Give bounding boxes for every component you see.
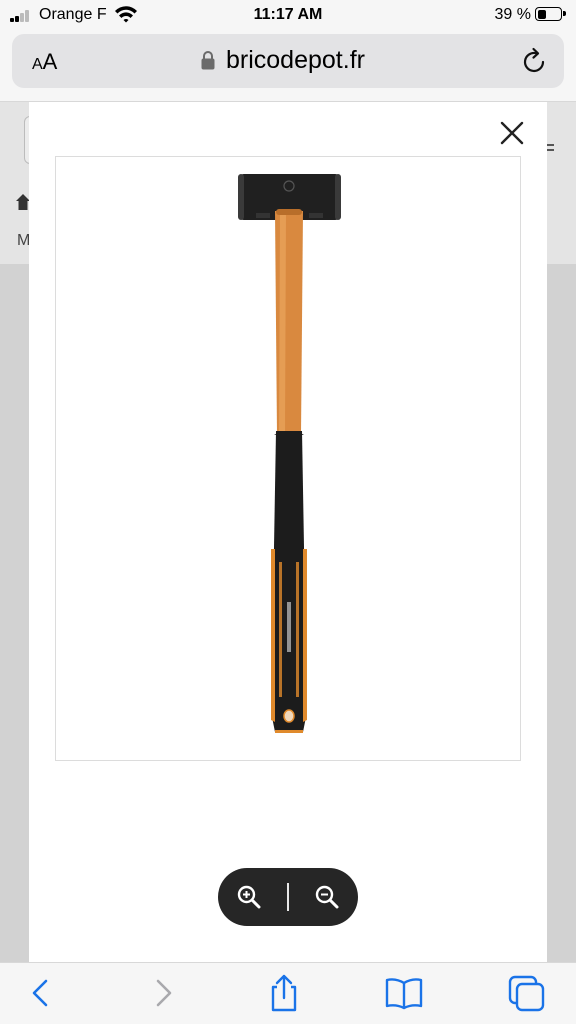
- battery-fill: [537, 9, 546, 19]
- product-image[interactable]: [56, 157, 520, 760]
- hammer-handle: [275, 209, 303, 435]
- status-bar: Orange F 11:17 AM 39 %: [0, 0, 576, 30]
- image-zoom-modal: [29, 102, 547, 962]
- zoom-divider: [287, 883, 289, 911]
- hammer-grip: [271, 431, 307, 733]
- clock: 11:17 AM: [253, 6, 323, 23]
- text-size-button[interactable]: AA: [32, 49, 57, 75]
- browser-address-area: AA bricodepot.fr: [0, 30, 576, 102]
- back-icon[interactable]: [20, 973, 60, 1013]
- forward-icon[interactable]: [144, 973, 184, 1013]
- battery-percent: 39 %: [494, 6, 531, 23]
- url-bar[interactable]: AA bricodepot.fr: [12, 34, 564, 88]
- browser-toolbar: [0, 962, 576, 1024]
- battery-icon: [535, 7, 566, 21]
- share-icon[interactable]: [264, 973, 304, 1013]
- product-image-frame: [55, 156, 521, 761]
- url-text[interactable]: bricodepot.fr: [226, 46, 365, 75]
- lock-icon: [201, 51, 215, 70]
- reload-icon[interactable]: [522, 47, 548, 75]
- tabs-icon[interactable]: [506, 973, 546, 1013]
- zoom-controls: [218, 868, 358, 926]
- zoom-out-icon[interactable]: [314, 884, 340, 910]
- text-size-large-a: A: [42, 49, 58, 74]
- bookmarks-icon[interactable]: [384, 973, 424, 1013]
- zoom-in-icon[interactable]: [236, 884, 262, 910]
- text-size-small-a: A: [32, 56, 43, 73]
- close-icon[interactable]: [499, 120, 525, 146]
- home-icon: [16, 194, 30, 210]
